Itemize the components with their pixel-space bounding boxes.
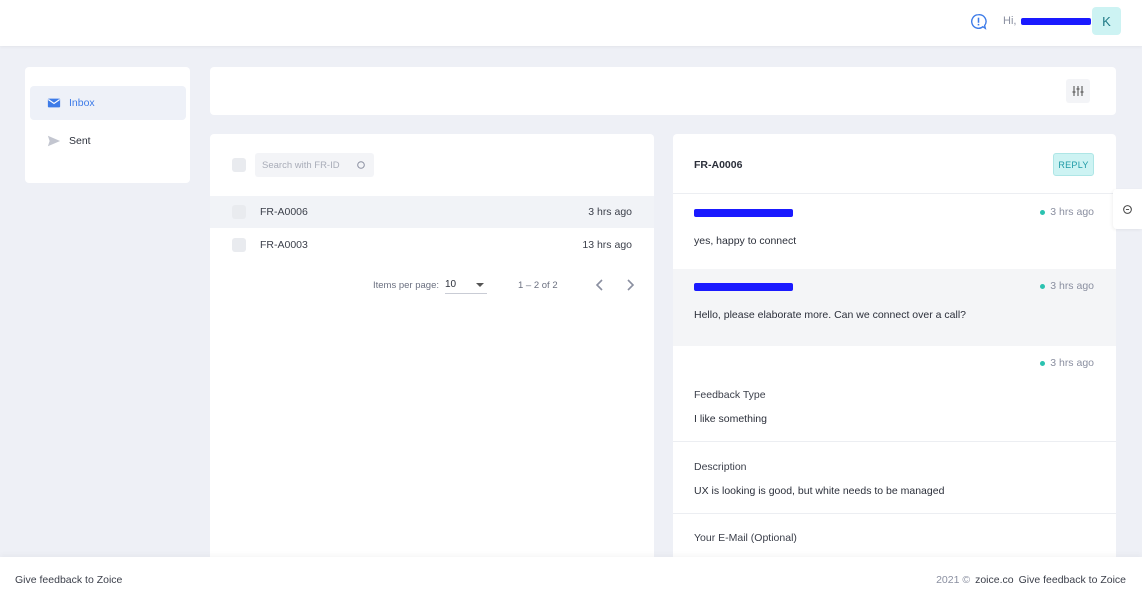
field-label: Description xyxy=(694,461,747,473)
field-value: UX is looking is good, but white needs t… xyxy=(694,485,945,497)
greeting-text: Hi, xyxy=(1003,15,1017,27)
field-label: Feedback Type xyxy=(694,389,766,401)
redacted-sender-email xyxy=(694,283,793,291)
send-icon xyxy=(47,135,61,147)
sidebar-item-label: Inbox xyxy=(69,97,95,109)
message-time-text: 3 hrs ago xyxy=(1050,280,1094,292)
row-checkbox[interactable] xyxy=(232,205,246,219)
message-time: 3 hrs ago xyxy=(1040,357,1094,369)
message-time-text: 3 hrs ago xyxy=(1050,206,1094,218)
filter-bar xyxy=(210,67,1116,115)
row-id: FR-A0003 xyxy=(260,239,308,251)
avatar[interactable]: K xyxy=(1092,7,1121,35)
chevron-right-icon[interactable] xyxy=(624,278,636,292)
search-icon[interactable] xyxy=(356,160,366,170)
user-greeting: Hi, xyxy=(1003,15,1092,27)
chat-bubble-icon xyxy=(1123,204,1132,214)
chevron-left-icon[interactable] xyxy=(594,278,606,292)
sidebar: Inbox Sent xyxy=(25,67,190,183)
status-dot xyxy=(1040,283,1046,289)
table-row[interactable]: FR-A0006 3 hrs ago xyxy=(210,196,654,228)
filter-button[interactable] xyxy=(1066,79,1090,103)
sidebar-item-sent[interactable]: Sent xyxy=(30,124,186,158)
message-item: 3 hrs ago Feedback Type I like something… xyxy=(673,346,1116,564)
message-time: 3 hrs ago xyxy=(1040,206,1094,218)
search-input[interactable] xyxy=(262,159,352,171)
row-checkbox[interactable] xyxy=(232,238,246,252)
detail-header: FR-A0006 REPLY xyxy=(673,134,1116,194)
message-time-text: 3 hrs ago xyxy=(1050,357,1094,369)
message-item: 3 hrs ago Hello, please elaborate more. … xyxy=(673,269,1116,346)
sidebar-item-inbox[interactable]: Inbox xyxy=(30,86,186,120)
message-body: Hello, please elaborate more. Can we con… xyxy=(694,309,966,321)
redacted-sender-email xyxy=(694,209,793,217)
page-range: 1 – 2 of 2 xyxy=(518,280,558,291)
search-box[interactable] xyxy=(255,153,374,177)
footer-feedback-link[interactable]: Give feedback to Zoice xyxy=(15,574,122,586)
message-time: 3 hrs ago xyxy=(1040,280,1094,292)
top-bar: Hi, K xyxy=(0,0,1142,46)
feedback-detail-panel: FR-A0006 REPLY 3 hrs ago yes, happy to c… xyxy=(673,134,1116,564)
feedback-list-panel: FR-A0006 3 hrs ago FR-A0003 13 hrs ago I… xyxy=(210,134,654,564)
reply-button[interactable]: REPLY xyxy=(1053,153,1094,176)
divider xyxy=(673,513,1116,514)
items-per-page-select[interactable]: 10 xyxy=(445,276,487,294)
field-label: Your E-Mail (Optional) xyxy=(694,532,797,544)
site-link[interactable]: zoice.co xyxy=(975,574,1014,586)
footer-feedback-link-right[interactable]: Give feedback to Zoice xyxy=(1019,574,1126,586)
copyright-text: 2021 © xyxy=(936,574,971,586)
row-time: 3 hrs ago xyxy=(588,206,632,218)
mail-icon xyxy=(47,98,61,108)
select-all-checkbox[interactable] xyxy=(232,158,246,172)
divider xyxy=(673,441,1116,442)
caret-down-icon xyxy=(476,283,484,287)
items-per-page-label: Items per page: xyxy=(373,280,440,291)
items-per-page-value: 10 xyxy=(445,279,457,290)
table-row[interactable]: FR-A0003 13 hrs ago xyxy=(210,229,654,261)
sidebar-item-label: Sent xyxy=(69,135,91,147)
status-dot xyxy=(1040,209,1046,215)
row-time: 13 hrs ago xyxy=(582,239,632,251)
paginator: Items per page: 10 1 – 2 of 2 xyxy=(210,276,654,296)
sliders-icon xyxy=(1072,86,1084,96)
status-dot xyxy=(1040,360,1046,366)
field-value: I like something xyxy=(694,413,767,425)
message-body: yes, happy to connect xyxy=(694,235,797,247)
footer-right: 2021 © zoice.co Give feedback to Zoice xyxy=(936,574,1126,586)
message-item: 3 hrs ago yes, happy to connect xyxy=(673,195,1116,269)
detail-title: FR-A0006 xyxy=(694,159,743,171)
row-id: FR-A0006 xyxy=(260,206,308,218)
chat-tab[interactable] xyxy=(1113,189,1142,229)
alert-circle-icon[interactable] xyxy=(970,13,987,30)
footer: Give feedback to Zoice 2021 © zoice.co G… xyxy=(0,557,1142,600)
redacted-username xyxy=(1021,17,1092,25)
